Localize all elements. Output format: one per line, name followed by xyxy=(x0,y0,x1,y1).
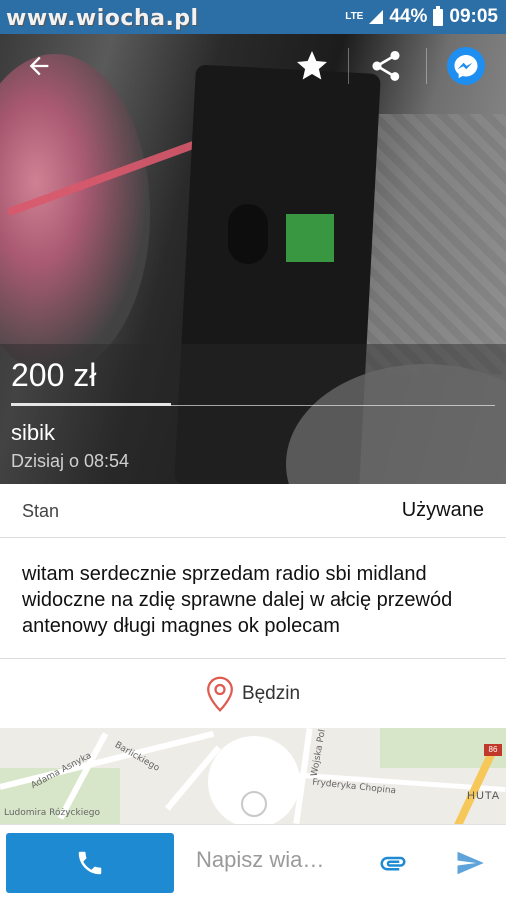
share-button[interactable] xyxy=(362,38,410,94)
message-input[interactable]: Napisz wia… xyxy=(196,847,346,873)
battery-icon xyxy=(433,5,444,26)
status-indicators: LTE 44% 09:05 xyxy=(345,5,498,28)
paperclip-icon xyxy=(380,856,406,871)
star-icon xyxy=(297,51,327,80)
phone-icon xyxy=(78,851,102,875)
map-marker xyxy=(241,791,267,817)
listing-description: witam serdecznie sprzedam radio sbi midl… xyxy=(22,563,453,637)
status-bar: www.wiocha.pl LTE 44% 09:05 xyxy=(0,0,506,34)
location-row[interactable]: Będzin xyxy=(0,668,506,720)
map-district-label: HUTA xyxy=(467,790,501,802)
location-map[interactable]: Adama Asnyka Barlickiego Wojska Pol Fryd… xyxy=(0,728,506,824)
send-button[interactable] xyxy=(450,845,490,881)
battery-percent: 44% xyxy=(389,6,428,27)
listing-photo[interactable] xyxy=(0,34,506,484)
messenger-button[interactable] xyxy=(440,38,492,94)
header-divider xyxy=(348,48,349,84)
price: 200 zł xyxy=(11,357,97,393)
seller-name[interactable]: sibik xyxy=(11,420,55,446)
map-street-label: Wojska Pol xyxy=(309,728,328,778)
clock: 09:05 xyxy=(449,6,498,27)
watermark: www.wiocha.pl xyxy=(6,6,199,31)
arrow-left-icon xyxy=(29,56,49,76)
price-underline xyxy=(11,403,171,406)
back-button[interactable] xyxy=(14,38,64,94)
photo-display xyxy=(286,214,334,262)
favorite-button[interactable] xyxy=(288,38,336,94)
photo-knob xyxy=(228,204,268,264)
send-icon xyxy=(457,851,484,875)
call-button[interactable] xyxy=(6,833,174,893)
map-road-number: 86 xyxy=(484,744,502,756)
attach-button[interactable] xyxy=(375,845,411,881)
description-divider xyxy=(0,658,506,659)
header-divider xyxy=(426,48,427,84)
photo-floor-mat xyxy=(356,114,506,374)
network-type: LTE xyxy=(345,11,364,22)
price-divider xyxy=(171,405,495,406)
signal-icon xyxy=(369,10,384,24)
location-name: Będzin xyxy=(241,683,301,704)
condition-row: Stan Używane xyxy=(0,484,506,538)
photo-dashboard xyxy=(0,54,150,374)
condition-label: Stan xyxy=(22,501,60,521)
location-pin-icon xyxy=(206,676,233,712)
messenger-icon xyxy=(447,47,485,85)
listing-date: Dzisiaj o 08:54 xyxy=(11,451,130,471)
bottom-action-bar: Napisz wia… xyxy=(0,824,506,900)
map-street-label: Ludomira Różyckiego xyxy=(4,808,100,818)
share-icon xyxy=(372,51,400,81)
condition-value: Używane xyxy=(401,499,484,521)
